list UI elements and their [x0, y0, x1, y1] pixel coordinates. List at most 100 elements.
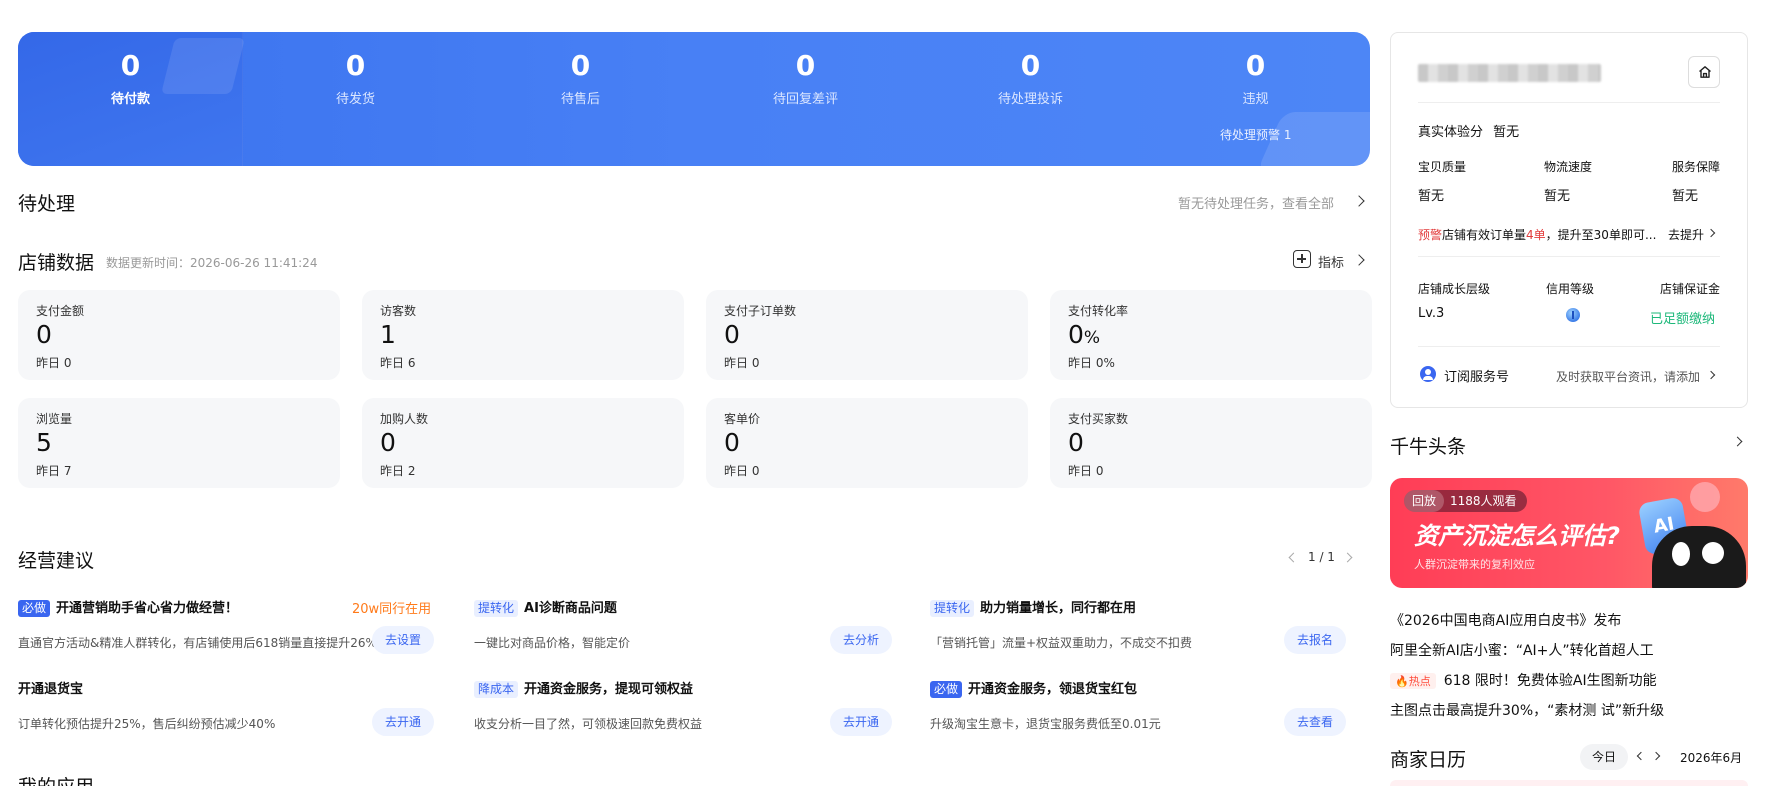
advice-action-button[interactable]: 去报名: [1284, 626, 1347, 654]
metric-card-avg-order-price[interactable]: 客单价 0 昨日 0: [706, 398, 1028, 488]
calendar-today-button[interactable]: 今日: [1580, 744, 1629, 770]
metric-yesterday: 昨日 0: [724, 356, 760, 370]
advice-item-title[interactable]: 降成本 开通资金服务，提现可领权益: [474, 678, 693, 698]
metric-value: 0: [1068, 428, 1084, 457]
status-label: 待回复差评: [772, 92, 838, 107]
status-label: 待付款: [110, 92, 150, 107]
metric-goods-quality-value: 暂无: [1418, 189, 1445, 204]
advice-action-button[interactable]: 去查看: [1284, 708, 1347, 736]
advice-item-title[interactable]: 必做 开通资金服务，领退货宝红包: [930, 678, 1137, 698]
advice-item-extra: 20w同行在用: [352, 602, 432, 617]
advice-action-button[interactable]: 去设置: [372, 626, 435, 654]
status-label: 待处理投诉: [997, 92, 1063, 107]
chevron-right-icon[interactable]: [1353, 195, 1365, 207]
status-violation[interactable]: 0 违规: [1143, 49, 1368, 108]
status-pending-bad-review[interactable]: 0 待回复差评: [693, 50, 918, 108]
advice-item-title[interactable]: 提转化 助力销量增长，同行都在用: [930, 597, 1136, 617]
warning-improve-link[interactable]: 去提升: [1668, 226, 1704, 243]
metric-card-paying-buyers[interactable]: 支付买家数 0 昨日 0: [1050, 398, 1372, 488]
subscribe-service-label[interactable]: 订阅服务号: [1444, 366, 1509, 385]
violation-warning-note[interactable]: 待处理预警 1: [1220, 126, 1291, 143]
pending-view-all-link[interactable]: 暂无待处理任务，查看全部: [1178, 193, 1334, 212]
advice-item-title-text: 开通资金服务，提现可领权益: [524, 682, 694, 697]
status-pending-shipment[interactable]: 0 待发货: [243, 50, 468, 108]
metric-yesterday: 昨日 0: [724, 464, 760, 478]
metric-value: 0: [36, 320, 52, 349]
status-count: 0: [1245, 49, 1266, 82]
chevron-right-icon[interactable]: [1353, 254, 1365, 266]
advice-tag: 必做: [930, 681, 963, 698]
advice-tag: 提转化: [474, 600, 519, 617]
indicator-button[interactable]: 指标: [1318, 252, 1344, 271]
advice-action-button[interactable]: 去分析: [830, 626, 893, 654]
status-count: 0: [120, 49, 141, 82]
credit-level-label: 信用等级: [1546, 282, 1595, 296]
calendar-month: 2026年6月: [1680, 751, 1743, 765]
divider: [1418, 346, 1720, 347]
metric-value: 1: [380, 320, 396, 349]
experience-score-value: 暂无: [1493, 125, 1520, 140]
replay-badge: 回放 1188人观看: [1404, 490, 1527, 512]
banner-title: 资产沉淀怎么评估?: [1414, 522, 1620, 550]
news-item[interactable]: 主图点击最高提升30%，“素材测 试”新升级: [1390, 700, 1664, 720]
advice-tag: 必做: [18, 600, 51, 617]
deposit-label: 店铺保证金: [1660, 282, 1721, 296]
metric-label: 支付买家数: [1068, 412, 1129, 426]
status-label: 待发货: [335, 92, 375, 107]
store-data-update-time: 数据更新时间：2026-06-26 11:41:24: [106, 256, 318, 270]
news-item[interactable]: 《2026中国电商AI应用白皮书》发布: [1390, 610, 1621, 630]
experience-score[interactable]: 真实体验分 暂无: [1418, 121, 1519, 140]
advice-action-button[interactable]: 去开通: [830, 708, 893, 736]
metric-yesterday: 昨日 2: [380, 464, 416, 478]
metric-value: 0: [380, 428, 396, 457]
status-count: 0: [570, 49, 591, 82]
metric-label: 客单价: [724, 412, 761, 426]
subscribe-service-desc[interactable]: 及时获取平台资讯，请添加: [1556, 368, 1700, 385]
advice-action-button[interactable]: 去开通: [372, 708, 435, 736]
metric-card-add-to-cart[interactable]: 加购人数 0 昨日 2: [362, 398, 684, 488]
calendar-prev-icon[interactable]: [1636, 751, 1646, 761]
pager-prev-icon[interactable]: [1288, 552, 1299, 563]
advice-item-title[interactable]: 提转化 AI诊断商品问题: [474, 597, 617, 617]
metric-label: 支付金额: [36, 304, 85, 318]
store-data-title: 店铺数据: [18, 252, 95, 274]
metric-card-page-views[interactable]: 浏览量 5 昨日 7: [18, 398, 340, 488]
user-subscribe-icon: [1420, 366, 1436, 382]
shop-home-button[interactable]: [1688, 56, 1720, 88]
credit-diamond-icon: [1566, 308, 1580, 322]
status-count: 0: [1020, 49, 1041, 82]
metric-card-visitors[interactable]: 访客数 1 昨日 6: [362, 290, 684, 380]
news-item[interactable]: 阿里全新AI店小蜜：“AI+人”转化首超人工: [1390, 640, 1654, 660]
home-icon: [1699, 66, 1711, 78]
advice-item-desc: 订单转化预估提升25%，售后纠纷预估减少40%: [18, 717, 276, 731]
metric-card-paid-suborders[interactable]: 支付子订单数 0 昨日 0: [706, 290, 1028, 380]
advice-item-title[interactable]: 开通退货宝: [18, 678, 83, 697]
headline-banner[interactable]: 回放 1188人观看 资产沉淀怎么评估? 人群沉淀带来的复利效应 AI: [1390, 478, 1748, 588]
news-item-hot[interactable]: 🔥热点 618 限时！免费体验AI生图新功能: [1390, 670, 1657, 690]
status-label: 待售后: [560, 92, 600, 107]
chevron-right-icon[interactable]: [1732, 436, 1743, 447]
order-warning[interactable]: 预警店铺有效订单量4单，提升至30单即可...: [1418, 226, 1656, 243]
warning-text-post: ，提升至30单即可...: [1545, 228, 1657, 242]
metric-value: 0: [724, 428, 740, 457]
status-pending-aftersale[interactable]: 0 待售后: [468, 49, 693, 108]
divider: [1418, 102, 1720, 103]
status-pending-payment[interactable]: 0 待付款: [18, 49, 243, 108]
status-label: 违规: [1242, 92, 1269, 107]
calendar-next-icon[interactable]: [1651, 751, 1661, 761]
metric-yesterday: 昨日 7: [36, 464, 72, 478]
metric-label: 支付子订单数: [724, 304, 797, 318]
advice-item-title[interactable]: 必做 开通营销助手省心省力做经营！: [18, 597, 238, 617]
metric-yesterday: 昨日 0: [36, 356, 72, 370]
metric-value: 0%: [1068, 320, 1100, 349]
metric-label: 加购人数: [380, 412, 429, 426]
metric-card-pay-amount[interactable]: 支付金额 0 昨日 0: [18, 290, 340, 380]
hot-badge: 🔥热点: [1390, 673, 1436, 689]
tmall-cat-illustration: [1652, 526, 1746, 588]
add-indicator-icon[interactable]: [1293, 250, 1311, 268]
metric-card-conversion-rate[interactable]: 支付转化率 0% 昨日 0%: [1050, 290, 1372, 380]
pager-next-icon[interactable]: [1342, 552, 1353, 563]
metric-label: 访客数: [380, 304, 417, 318]
status-pending-complaint[interactable]: 0 待处理投诉: [918, 49, 1143, 108]
fire-icon: 🔥: [1395, 675, 1409, 688]
